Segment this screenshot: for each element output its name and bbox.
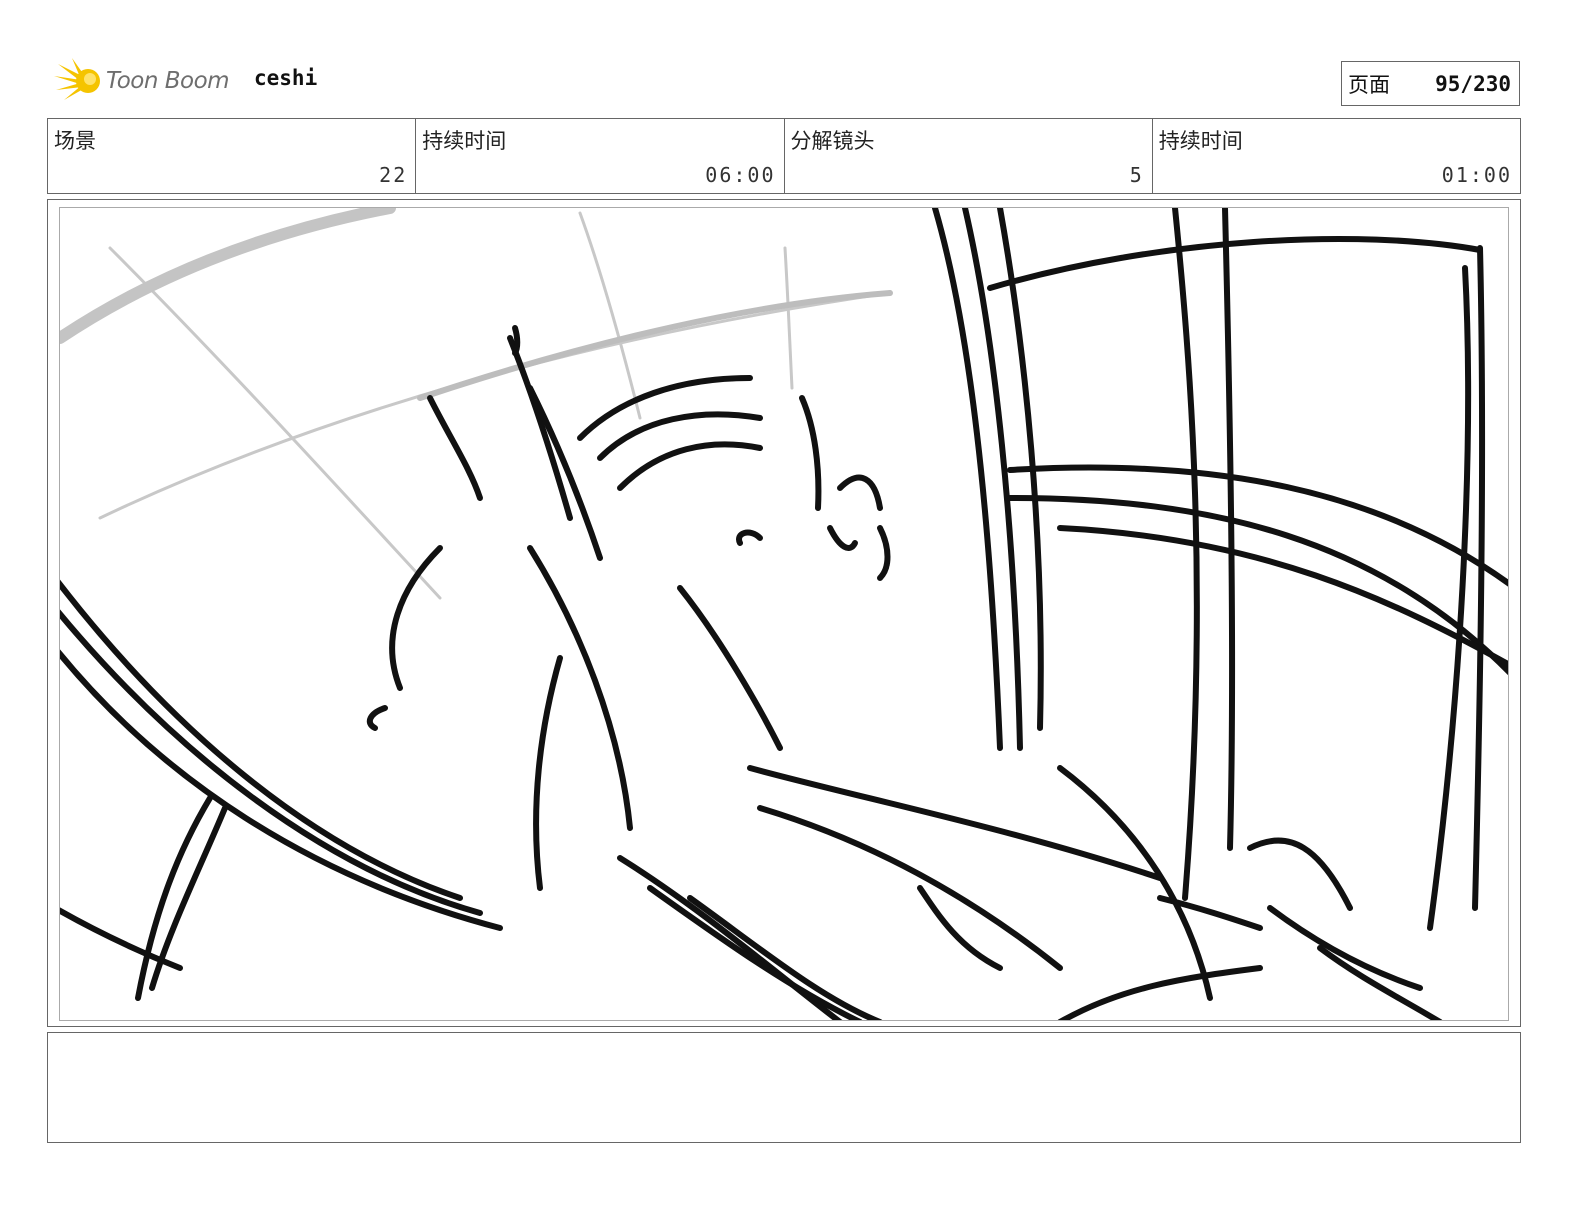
notes-box (47, 1032, 1521, 1143)
scene-cell: 场景 22 (48, 119, 417, 193)
panel-duration-label: 持续时间 (1158, 129, 1243, 153)
toon-boom-burst-icon (52, 54, 104, 108)
panel-duration-cell: 持续时间 01:00 (1153, 119, 1520, 193)
info-bar: 场景 22 持续时间 06:00 分解镜头 5 持续时间 01:00 (47, 118, 1521, 194)
panel-value: 5 (1129, 163, 1144, 187)
storyboard-panel (47, 199, 1521, 1027)
panel-duration-value: 01:00 (1441, 163, 1512, 187)
scene-duration-value: 06:00 (705, 163, 776, 187)
project-name: ceshi (254, 66, 318, 90)
page-value: 95/230 (1435, 71, 1511, 96)
scene-value: 22 (379, 163, 408, 187)
scene-duration-label: 持续时间 (422, 129, 507, 153)
panel-label: 分解镜头 (790, 129, 875, 153)
sketch-drawing (60, 208, 1508, 1020)
panel-frame (59, 207, 1509, 1021)
logo-text: Toon Boom (106, 68, 230, 94)
scene-label: 场景 (54, 129, 96, 153)
page-counter: 页面 95/230 (1341, 61, 1520, 106)
page-label: 页面 (1348, 72, 1390, 97)
panel-cell: 分解镜头 5 (785, 119, 1153, 193)
toon-boom-logo: Toon Boom (52, 56, 242, 106)
scene-duration-cell: 持续时间 06:00 (416, 119, 785, 193)
